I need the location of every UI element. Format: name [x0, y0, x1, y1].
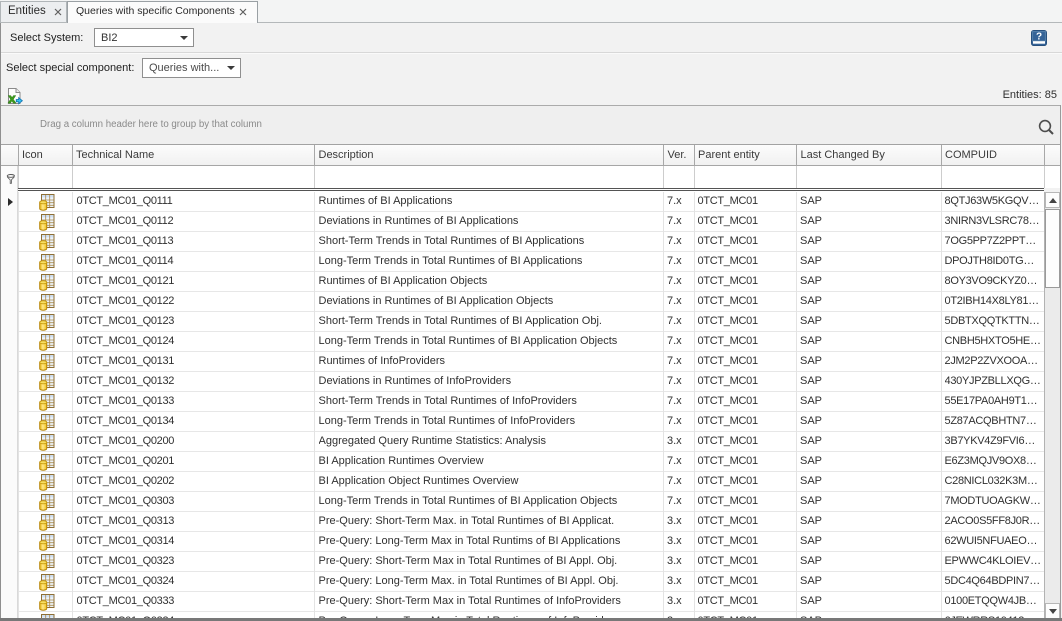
svg-text:?: ? [1036, 31, 1042, 42]
